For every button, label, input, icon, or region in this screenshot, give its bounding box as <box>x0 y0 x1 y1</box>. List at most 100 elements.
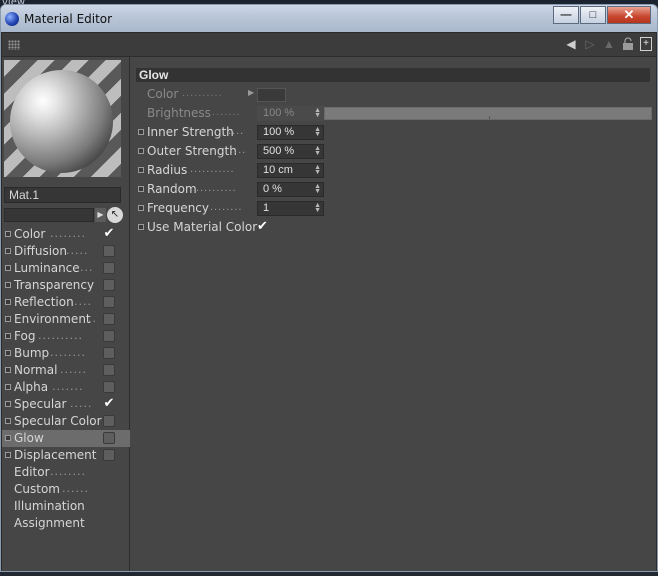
spin-down-icon: ▼ <box>314 131 321 138</box>
toolbar: ◀ ▷ ▲ + <box>2 33 656 57</box>
channel-item-custom[interactable]: Custom ...... <box>2 481 130 498</box>
channel-item-normal[interactable]: Normal ...... <box>2 362 130 379</box>
attributes-panel: Glow Color .......... ▶ Brightness .....… <box>132 57 656 571</box>
pick-cursor-icon[interactable]: ↖ <box>107 207 123 223</box>
channel-checkbox[interactable] <box>103 296 115 308</box>
channel-search-input[interactable] <box>4 208 94 222</box>
brightness-slider[interactable] <box>324 107 652 120</box>
channel-label: Specular <box>14 397 67 411</box>
toolbar-icons: ◀ ▷ ▲ + <box>564 37 652 51</box>
leader-dots: .......... <box>196 182 237 194</box>
spin-down-icon: ▼ <box>314 150 321 157</box>
lock-icon[interactable] <box>621 37 635 51</box>
channel-dot-icon <box>5 350 11 356</box>
channel-dot-icon <box>5 248 11 254</box>
channel-label: Reflection <box>14 295 74 309</box>
channel-checkbox[interactable] <box>103 313 115 325</box>
channel-checkbox[interactable] <box>103 415 115 427</box>
maximize-button[interactable]: □ <box>580 6 606 24</box>
channel-checkbox[interactable]: ✔ <box>103 227 115 240</box>
channel-checkbox[interactable] <box>103 279 115 291</box>
glow-inner-strength-row: Inner Strength .... 100 % ▲ ▼ <box>132 124 656 142</box>
brightness-field[interactable]: 100 % ▲ ▼ <box>257 106 324 121</box>
up-arrow-icon[interactable]: ▲ <box>602 37 616 51</box>
channel-label: Fog <box>14 329 36 343</box>
channel-item-specular-color[interactable]: Specular Color <box>2 413 130 430</box>
inner-strength-field[interactable]: 100 % ▲ ▼ <box>257 125 324 140</box>
leader-dots: ....... <box>52 380 84 393</box>
animate-dot-icon[interactable] <box>138 148 144 154</box>
leader-dots: .. <box>88 312 97 325</box>
channel-checkbox[interactable] <box>103 262 115 274</box>
radius-field[interactable]: 10 cm ▲ ▼ <box>257 163 324 178</box>
channel-item-transparency[interactable]: Transparency <box>2 277 130 294</box>
channel-checkbox[interactable] <box>103 364 115 376</box>
channel-item-editor[interactable]: Editor ........ <box>2 464 130 481</box>
outer-strength-field[interactable]: 500 % ▲ ▼ <box>257 144 324 159</box>
channel-item-assignment[interactable]: Assignment <box>2 515 130 532</box>
channel-item-illumination[interactable]: Illumination <box>2 498 130 515</box>
channel-item-glow[interactable]: Glow <box>2 430 130 447</box>
channel-item-luminance[interactable]: Luminance ... <box>2 260 130 277</box>
animate-dot-icon[interactable] <box>138 224 144 230</box>
spinner-arrows-icon[interactable]: ▲ ▼ <box>314 164 321 176</box>
random-field[interactable]: 0 % ▲ ▼ <box>257 182 324 197</box>
channel-checkbox[interactable] <box>103 347 115 359</box>
channel-label: Color <box>14 227 46 241</box>
channel-checkbox[interactable] <box>103 330 115 342</box>
leader-dots: ..... <box>70 397 93 410</box>
channel-label: Illumination <box>14 499 85 513</box>
channel-checkbox[interactable] <box>103 245 115 257</box>
channel-dot-icon <box>5 435 11 441</box>
spinner-arrows-icon[interactable]: ▲ ▼ <box>314 107 321 119</box>
minimize-button[interactable]: — <box>553 6 579 24</box>
channel-label: Editor <box>14 465 50 479</box>
channel-item-fog[interactable]: Fog .......... <box>2 328 130 345</box>
spinner-arrows-icon[interactable]: ▲ ▼ <box>314 202 321 214</box>
property-label: Frequency <box>147 201 209 215</box>
channel-item-color[interactable]: Color ........ ✔ <box>2 226 130 243</box>
channel-checkbox[interactable]: ✔ <box>103 397 115 410</box>
channel-item-bump[interactable]: Bump ........ <box>2 345 130 362</box>
color-swatch[interactable] <box>257 88 286 102</box>
grip-handle-icon[interactable] <box>8 40 20 50</box>
animate-dot-icon[interactable] <box>138 186 144 192</box>
channel-item-displacement[interactable]: Displacement <box>2 447 130 464</box>
animate-dot-icon[interactable] <box>138 167 144 173</box>
spinner-arrows-icon[interactable]: ▲ ▼ <box>314 183 321 195</box>
channel-checkbox[interactable] <box>103 449 115 461</box>
use-material-color-checkbox[interactable]: ✔ <box>257 218 268 234</box>
channel-item-specular[interactable]: Specular ..... ✔ <box>2 396 130 413</box>
channel-item-reflection[interactable]: Reflection .... <box>2 294 130 311</box>
channel-checkbox[interactable] <box>103 381 115 393</box>
forward-arrow-icon[interactable]: ▷ <box>583 37 597 51</box>
search-arrow-icon[interactable]: ▶ <box>95 208 106 222</box>
material-preview[interactable] <box>4 60 121 177</box>
spinner-arrows-icon[interactable]: ▲ ▼ <box>314 126 321 138</box>
leader-dots: ... <box>80 261 94 274</box>
title-bar[interactable]: Material Editor — □ ✕ <box>1 5 657 32</box>
channel-checkbox[interactable] <box>103 432 115 444</box>
channel-item-diffusion[interactable]: Diffusion ..... <box>2 243 130 260</box>
window-controls: — □ ✕ <box>552 6 651 24</box>
channel-label: Custom <box>14 482 60 496</box>
channel-dot-icon <box>5 265 11 271</box>
property-label: Random <box>147 182 197 196</box>
leader-dots: .... <box>228 125 245 137</box>
close-button[interactable]: ✕ <box>607 6 651 24</box>
expand-arrow-icon[interactable]: ▶ <box>248 88 254 97</box>
back-arrow-icon[interactable]: ◀ <box>564 37 578 51</box>
leader-dots: ........ <box>50 465 86 478</box>
glow-random-row: Random .......... 0 % ▲ ▼ <box>132 181 656 199</box>
material-name-field[interactable]: Mat.1 <box>4 187 121 203</box>
channel-item-alpha[interactable]: Alpha ....... <box>2 379 130 396</box>
channel-dot-icon <box>5 282 11 288</box>
frequency-field[interactable]: 1 ▲ ▼ <box>257 201 324 216</box>
animate-dot-icon[interactable] <box>138 205 144 211</box>
spinner-arrows-icon[interactable]: ▲ ▼ <box>314 145 321 157</box>
channel-dot-icon <box>5 333 11 339</box>
property-label: Use Material Color <box>147 220 258 234</box>
new-window-icon[interactable]: + <box>640 37 652 51</box>
channel-item-environment[interactable]: Environment .. <box>2 311 130 328</box>
animate-dot-icon[interactable] <box>138 129 144 135</box>
